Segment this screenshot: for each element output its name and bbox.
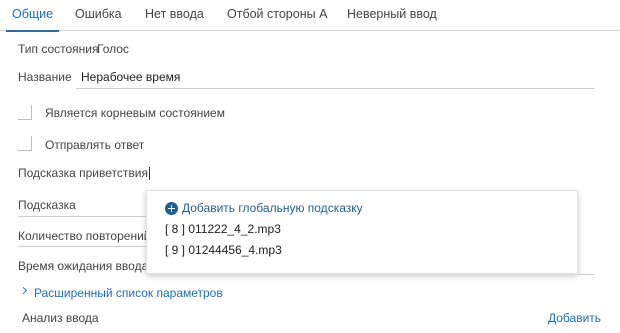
add-button[interactable]: Добавить xyxy=(548,311,601,325)
state-type-label: Тип состояния xyxy=(18,42,99,56)
input-wait-underline xyxy=(578,274,595,275)
name-label: Название xyxy=(18,70,72,84)
repeat-count-label: Количество повторений xyxy=(18,229,151,243)
add-global-prompt-label: Добавить глобальную подсказку xyxy=(182,201,363,215)
repeat-count-underline xyxy=(18,246,146,247)
tab-error[interactable]: Ошибка xyxy=(75,0,122,31)
name-input[interactable]: Нерабочее время xyxy=(81,70,180,84)
greeting-prompt-label: Подсказка приветствия xyxy=(18,166,148,180)
plus-circle-icon xyxy=(165,201,178,215)
advanced-params-link[interactable]: Расширенный список параметров xyxy=(34,286,223,300)
input-wait-label: Время ожидания ввода п xyxy=(18,259,159,273)
send-answer-checkbox[interactable] xyxy=(18,136,32,151)
add-global-prompt-button[interactable]: Добавить глобальную подсказку xyxy=(165,200,363,216)
tab-hangup-side-a[interactable]: Отбой стороны А xyxy=(227,0,327,31)
dropdown-item[interactable]: [ 9 ] 01244456_4.mp3 xyxy=(165,243,282,257)
dropdown-item[interactable]: [ 8 ] 011222_4_2.mp3 xyxy=(165,222,281,236)
chevron-right-icon xyxy=(19,286,28,295)
tab-bar: Общие Ошибка Нет ввода Отбой стороны А Н… xyxy=(0,0,620,32)
root-state-label: Является корневым состоянием xyxy=(45,106,225,120)
greeting-prompt-input-caret[interactable] xyxy=(149,167,150,180)
send-answer-label: Отправлять ответ xyxy=(45,138,145,152)
tab-no-input[interactable]: Нет ввода xyxy=(145,0,204,31)
input-analysis-label: Анализ ввода xyxy=(22,311,99,325)
tab-invalid-input[interactable]: Неверный ввод xyxy=(347,0,437,31)
prompt-underline xyxy=(18,216,146,217)
prompt-dropdown: Добавить глобальную подсказку [ 8 ] 0112… xyxy=(146,190,578,274)
tab-general[interactable]: Общие xyxy=(5,0,60,32)
name-input-underline xyxy=(76,88,595,89)
state-type-value: Голос xyxy=(97,42,129,56)
prompt-label: Подсказка xyxy=(18,198,76,212)
root-state-checkbox[interactable] xyxy=(18,105,32,120)
